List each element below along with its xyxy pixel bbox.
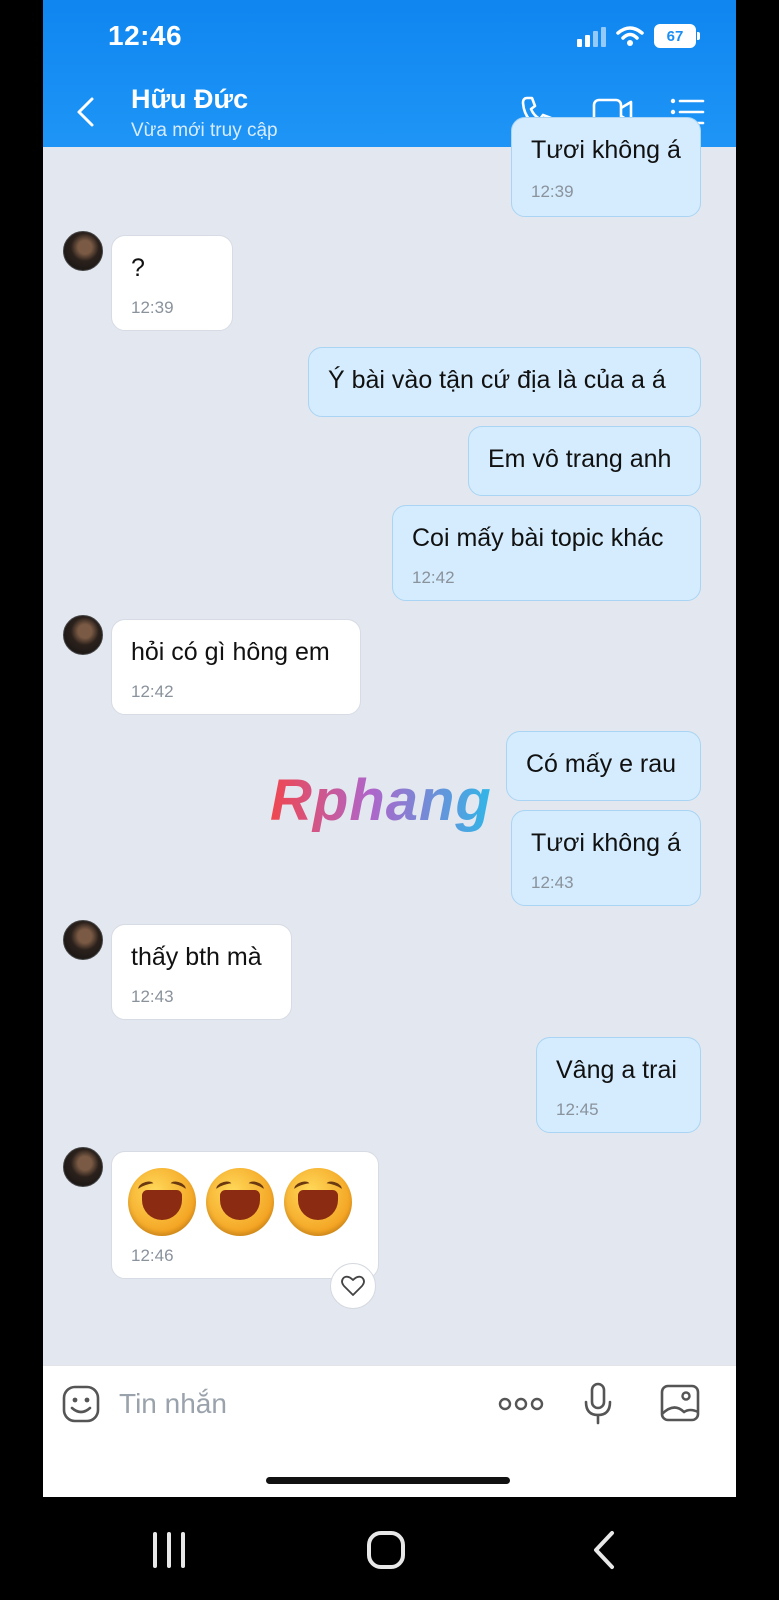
message-text: Em vô trang anh xyxy=(488,445,672,473)
message-bubble-outgoing[interactable]: Vâng a trai 12:45 xyxy=(536,1037,701,1133)
message-time: 12:39 xyxy=(131,298,174,317)
message-time: 12:39 xyxy=(531,182,574,201)
heart-icon xyxy=(341,1275,365,1296)
message-text: Coi mấy bài topic khác xyxy=(412,524,664,552)
avatar[interactable] xyxy=(63,615,103,655)
laughing-face-icon xyxy=(284,1168,352,1236)
home-indicator[interactable] xyxy=(266,1477,510,1484)
message-list[interactable]: Tươi không á 12:39 ? 12:39 Ý bài vào tận… xyxy=(43,117,736,1365)
contact-status: Vừa mới truy cập xyxy=(131,120,278,141)
message-text: hỏi có gì hông em xyxy=(131,638,330,666)
message-bubble-outgoing[interactable]: Có mấy e rau xyxy=(506,731,701,801)
message-text: Có mấy e rau xyxy=(526,750,677,778)
status-time: 12:46 xyxy=(108,20,183,51)
react-heart-button[interactable] xyxy=(330,1263,376,1309)
message-text: Vâng a trai xyxy=(556,1056,677,1084)
emoji-icon[interactable] xyxy=(61,1384,101,1424)
message-composer: Tin nhắn xyxy=(43,1365,736,1497)
message-time: 12:43 xyxy=(131,987,174,1006)
back-chevron-icon[interactable] xyxy=(75,96,97,128)
nav-home-icon[interactable] xyxy=(366,1530,406,1570)
message-input[interactable]: Tin nhắn xyxy=(119,1388,227,1420)
android-nav-bar xyxy=(0,1497,779,1600)
message-time: 12:42 xyxy=(412,568,455,587)
message-text: Tươi không á xyxy=(531,136,681,164)
contact-name[interactable]: Hữu Đức xyxy=(131,84,248,115)
laughing-face-icon xyxy=(128,1168,196,1236)
nav-back-icon[interactable] xyxy=(592,1530,616,1570)
message-time: 12:46 xyxy=(131,1246,174,1265)
wifi-icon xyxy=(616,26,644,46)
laughing-face-icon xyxy=(206,1168,274,1236)
phone-screen: 12:46 67 Hữu Đức Vừa mới truy cập Tươi k… xyxy=(43,0,736,1497)
battery-icon: 67 xyxy=(654,24,700,48)
status-icons: 67 xyxy=(577,24,700,48)
message-bubble-outgoing[interactable]: Ý bài vào tận cứ địa là của a á xyxy=(308,347,701,417)
message-bubble-incoming[interactable]: hỏi có gì hông em 12:42 xyxy=(111,619,361,715)
message-bubble-incoming[interactable]: ? 12:39 xyxy=(111,235,233,331)
message-time: 12:42 xyxy=(131,682,174,701)
message-text: Ý bài vào tận cứ địa là của a á xyxy=(328,366,666,394)
nav-recent-icon[interactable] xyxy=(150,1532,188,1568)
avatar[interactable] xyxy=(63,1147,103,1187)
message-bubble-outgoing[interactable]: Tươi không á 12:39 xyxy=(511,117,701,217)
microphone-icon[interactable] xyxy=(583,1382,613,1426)
avatar[interactable] xyxy=(63,231,103,271)
message-bubble-incoming[interactable]: 12:46 xyxy=(111,1151,379,1279)
message-bubble-outgoing[interactable]: Tươi không á 12:43 xyxy=(511,810,701,906)
message-time: 12:43 xyxy=(531,873,574,892)
image-icon[interactable] xyxy=(660,1384,700,1422)
signal-icon xyxy=(577,25,606,47)
message-text: thấy bth mà xyxy=(131,943,262,971)
message-bubble-incoming[interactable]: thấy bth mà 12:43 xyxy=(111,924,292,1020)
message-text: ? xyxy=(131,254,145,282)
more-icon[interactable] xyxy=(498,1396,544,1412)
avatar[interactable] xyxy=(63,920,103,960)
message-bubble-outgoing[interactable]: Em vô trang anh xyxy=(468,426,701,496)
message-text: Tươi không á xyxy=(531,829,681,857)
watermark-logo: Rphang xyxy=(270,768,492,833)
message-bubble-outgoing[interactable]: Coi mấy bài topic khác 12:42 xyxy=(392,505,701,601)
message-time: 12:45 xyxy=(556,1100,599,1119)
